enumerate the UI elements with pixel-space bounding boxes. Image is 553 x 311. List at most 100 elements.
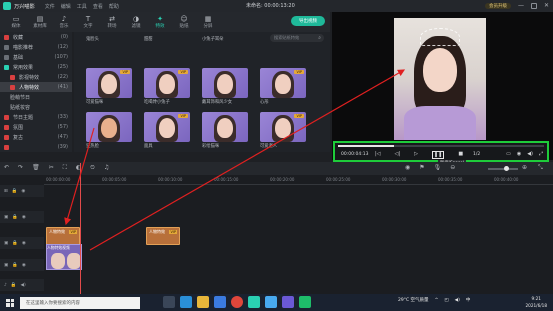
prev-frame-icon[interactable]: |◁ <box>375 151 381 159</box>
add-track-icon[interactable]: ⊞ <box>4 189 8 194</box>
step-back-icon[interactable]: ◁| <box>395 151 401 159</box>
zoom-out-icon[interactable]: ⊖ <box>450 164 455 171</box>
step-forward-icon[interactable]: ▷ <box>414 151 418 159</box>
app-icon[interactable] <box>248 296 260 308</box>
tab-music[interactable]: ♪ 音乐 <box>52 12 76 32</box>
chevron-up-icon[interactable]: ^ <box>435 298 439 303</box>
taskbar-search-input[interactable]: 在这里输入你要搜索的内容 <box>20 296 140 309</box>
start-button[interactable] <box>4 297 16 309</box>
category-item[interactable]: (39) <box>0 142 72 152</box>
category-item-selected[interactable]: 人物特效 (41) <box>0 82 72 92</box>
category-item[interactable]: 收藏 (0) <box>0 32 72 42</box>
speed-icon[interactable]: ⏲ <box>90 164 95 172</box>
pause-button[interactable]: ❚❚ <box>431 151 445 159</box>
menu-view[interactable]: 查看 <box>93 3 103 10</box>
member-upgrade-button[interactable]: 会员升级 <box>484 2 511 9</box>
effect-card[interactable]: VIP 吃喝馋小兔子 <box>144 68 190 106</box>
playhead[interactable] <box>80 163 81 294</box>
lock-icon[interactable]: 🔒 <box>12 189 18 194</box>
minimize-icon[interactable]: — <box>518 2 524 9</box>
app-icon[interactable] <box>299 296 311 308</box>
zoom-slider[interactable] <box>488 166 518 171</box>
category-item[interactable]: 基础 (107) <box>0 52 72 62</box>
video-clip[interactable]: 人物特效视频 <box>46 244 82 270</box>
effect-card[interactable]: VIP 可爱老人 <box>260 112 306 150</box>
effect-card[interactable]: VIP 面具 <box>144 112 190 150</box>
time-ruler[interactable]: 00:00:00:00 00:00:05:00 00:00:10:00 00:0… <box>44 175 553 185</box>
category-item[interactable]: 脸萌节日 <box>0 92 72 102</box>
system-tray: 29°C 空气质量 ^ ◰ ◀) 中 <box>398 297 471 304</box>
menu-help[interactable]: 帮助 <box>109 3 119 10</box>
menu-tools[interactable]: 工具 <box>77 3 87 10</box>
network-icon[interactable]: ◰ <box>444 298 448 303</box>
effect-card[interactable]: 小兔子耳朵 <box>202 24 248 44</box>
redo-icon[interactable]: ↷ <box>18 164 23 172</box>
preview-video[interactable] <box>394 18 486 140</box>
effect-card[interactable]: VIP 心形 <box>260 68 306 106</box>
effect-card-selected[interactable]: 狂热脸 <box>86 112 132 150</box>
effect-card[interactable]: 彩绘猫咪 <box>202 112 248 150</box>
category-item[interactable]: 节日主题 (33) <box>0 112 72 122</box>
volume-icon[interactable]: ◀) <box>527 151 533 157</box>
lock-icon[interactable]: 🔒 <box>12 215 18 220</box>
category-item[interactable]: 贴纸妆容 <box>0 102 72 112</box>
lock-icon[interactable]: 🔒 <box>12 263 18 268</box>
clock[interactable]: 9:21 2021/6/18 <box>526 295 547 309</box>
zoom-slider-handle[interactable] <box>504 166 509 171</box>
edge-icon[interactable] <box>180 296 192 308</box>
eye-icon[interactable]: ◉ <box>22 215 26 220</box>
track-icon: ▣ <box>4 262 9 268</box>
eye-icon[interactable]: ◉ <box>22 263 26 268</box>
zoom-in-icon[interactable]: ⊕ <box>522 164 527 171</box>
effect-card[interactable]: 戴耳饰和风少女 <box>202 68 248 106</box>
weather[interactable]: 29°C 空气质量 <box>398 297 429 303</box>
crop-icon[interactable]: ⛶ <box>63 164 67 172</box>
fit-icon[interactable]: ⤡ <box>538 164 543 172</box>
category-item[interactable]: 喵影推荐 (12) <box>0 42 72 52</box>
lock-icon[interactable]: 🔒 <box>12 241 18 246</box>
category-item[interactable]: 氛围 (57) <box>0 122 72 132</box>
store-icon[interactable] <box>214 296 226 308</box>
tab-library[interactable]: ▤ 素材库 <box>28 12 52 32</box>
tab-media[interactable]: ▭ 媒体 <box>4 12 28 32</box>
effect-card[interactable] <box>260 24 306 44</box>
effect-card[interactable]: VIP 可爱猫咪 <box>86 68 132 106</box>
close-icon[interactable]: ✕ <box>544 2 549 9</box>
playback-ratio[interactable]: 1/2 <box>473 152 480 157</box>
effect-card[interactable]: 甜甜 <box>144 24 190 44</box>
volume-icon[interactable]: ◀) <box>455 298 460 303</box>
category-item[interactable]: 复古 (47) <box>0 132 72 142</box>
audio-icon[interactable]: ♫ <box>104 164 109 172</box>
maximize-icon[interactable] <box>530 2 537 9</box>
category-item[interactable]: 影视特效 (22) <box>0 72 72 82</box>
eye-icon[interactable]: ◉ <box>22 241 26 246</box>
split-icon[interactable]: ✂ <box>49 164 54 172</box>
effect-clip[interactable]: 人物特效 VIP <box>146 227 180 245</box>
task-view-icon[interactable] <box>163 296 175 308</box>
effect-clip[interactable]: 人物特效 VIP <box>46 227 80 245</box>
lock-icon[interactable]: 🔒 <box>11 283 17 288</box>
render-icon[interactable]: ◉ <box>405 164 410 171</box>
search-icon[interactable]: ⌕ <box>318 34 321 42</box>
menu-edit[interactable]: 编辑 <box>61 3 71 10</box>
menu-file[interactable]: 文件 <box>45 3 55 10</box>
effect-card[interactable]: 鬼脸头 <box>86 24 132 44</box>
folder-icon[interactable] <box>197 296 209 308</box>
seek-bar[interactable] <box>338 145 544 147</box>
marker-icon[interactable]: ⚑ <box>419 164 424 171</box>
stop-icon[interactable]: ■ <box>458 151 463 159</box>
ime-indicator[interactable]: 中 <box>466 297 471 303</box>
mic-icon[interactable]: 🎙 <box>434 164 442 171</box>
chrome-icon[interactable] <box>231 296 243 308</box>
fullscreen-icon[interactable]: ⤢ <box>539 151 543 157</box>
undo-icon[interactable]: ↶ <box>4 164 9 172</box>
app-icon[interactable] <box>282 296 294 308</box>
snapshot-icon[interactable]: ◉ <box>517 151 521 157</box>
app-icon[interactable] <box>265 296 277 308</box>
speaker-icon[interactable]: ◀) <box>20 283 25 288</box>
effect-label: 戴耳饰和风少女 <box>202 100 233 105</box>
category-item[interactable]: 常用效果 (25) <box>0 62 72 72</box>
eye-icon[interactable]: ◉ <box>21 189 25 194</box>
delete-icon[interactable]: 🗑 <box>32 164 40 172</box>
screen-icon[interactable]: ▭ <box>506 151 511 157</box>
